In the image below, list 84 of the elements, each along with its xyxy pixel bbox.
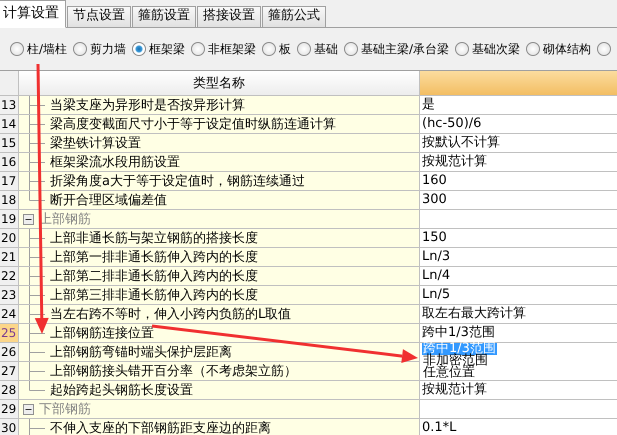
radio-button[interactable] xyxy=(597,42,612,56)
row-number: 27 xyxy=(0,362,19,381)
radio-button[interactable] xyxy=(344,42,358,56)
setting-name: 断开合理区域偏差值 xyxy=(50,192,167,209)
row-number: 15 xyxy=(0,134,19,153)
radio-label[interactable]: 基础 xyxy=(314,40,338,58)
tree-line xyxy=(29,229,46,247)
dropdown-option[interactable]: 非加密范围 xyxy=(422,355,489,367)
tab[interactable]: 节点设置 xyxy=(67,6,131,28)
radio-label[interactable]: 剪力墙 xyxy=(90,40,126,58)
row-number: 28 xyxy=(0,381,19,400)
setting-value[interactable]: 0.1*L xyxy=(422,420,456,435)
radio-button[interactable] xyxy=(455,42,470,56)
setting-name: 上部钢筋弯锚时端头保护层距离 xyxy=(50,344,232,361)
tree-line xyxy=(29,115,46,133)
radio-label[interactable]: 柱/墙柱 xyxy=(27,40,68,58)
radio-button[interactable] xyxy=(526,42,540,56)
setting-name: 当梁支座为异形时是否按异形计算 xyxy=(50,97,245,114)
radio-label[interactable]: 非框架梁 xyxy=(208,40,256,58)
row-number: 20 xyxy=(0,229,19,248)
tree-line xyxy=(29,134,46,152)
radio-button[interactable] xyxy=(191,42,206,56)
tree-line xyxy=(29,267,46,285)
row-number: 19 xyxy=(0,210,19,229)
radio-label[interactable]: 板 xyxy=(279,40,292,58)
setting-name: 不伸入支座的下部钢筋距支座边的距离 xyxy=(50,420,271,435)
row-number: 17 xyxy=(0,172,19,191)
radio-button[interactable] xyxy=(132,42,146,56)
tab[interactable]: 计算设置 xyxy=(0,0,66,28)
row-number: 26 xyxy=(0,343,19,362)
setting-name: 框架梁流水段用筋设置 xyxy=(50,154,180,171)
collapse-icon[interactable] xyxy=(23,404,34,414)
setting-name: 梁高度变截面尺寸小于等于设定值时纵筋连通计算 xyxy=(50,116,336,133)
setting-value[interactable]: 150 xyxy=(422,230,447,245)
setting-value[interactable]: 300 xyxy=(422,192,447,207)
radio-label[interactable]: 砌体结构 xyxy=(543,40,592,58)
radio-label[interactable]: 基础主梁/承台梁 xyxy=(361,40,450,58)
row-number: 23 xyxy=(0,286,19,305)
row-number: 29 xyxy=(0,400,19,419)
setting-name: 当左右跨不等时，伸入小跨内负筋的L取值 xyxy=(50,306,292,323)
row-number: 21 xyxy=(0,248,19,267)
setting-name: 上部第三排非通长筋伸入跨内的长度 xyxy=(50,287,258,304)
group-label: 下部钢筋 xyxy=(39,401,91,418)
tree-line xyxy=(29,343,46,361)
radio-label[interactable]: 框架梁 xyxy=(149,40,186,58)
row-number: 18 xyxy=(0,191,19,210)
setting-value[interactable]: Ln/3 xyxy=(422,249,450,264)
tab[interactable]: 箍筋设置 xyxy=(132,6,196,28)
setting-name: 折梁角度a大于等于设定值时，钢筋连续通过 xyxy=(50,173,305,190)
tree-line xyxy=(29,96,46,114)
row-number: 25 xyxy=(0,324,19,343)
setting-name: 上部第一排非通长筋伸入跨内的长度 xyxy=(50,249,258,266)
row-number: 13 xyxy=(0,96,19,115)
setting-name: 起始跨起头钢筋长度设置 xyxy=(50,382,193,399)
radio-button[interactable] xyxy=(297,42,312,56)
row-number: 24 xyxy=(0,305,19,324)
collapse-icon[interactable] xyxy=(23,214,34,224)
radio-button[interactable] xyxy=(262,42,276,56)
setting-name: 上部非通长筋与架立钢筋的搭接长度 xyxy=(50,230,258,247)
row-number: 22 xyxy=(0,267,19,286)
radio-label[interactable]: 基础次梁 xyxy=(472,40,520,58)
row-number: 30 xyxy=(0,419,19,435)
tree-line xyxy=(29,248,46,266)
setting-value[interactable]: 160 xyxy=(422,173,447,188)
tree-line xyxy=(29,305,46,323)
radio-button[interactable] xyxy=(10,42,24,56)
setting-value[interactable]: Ln/4 xyxy=(422,268,450,283)
row-number: 14 xyxy=(0,115,19,134)
row-number: 16 xyxy=(0,153,19,172)
tree-line xyxy=(29,153,46,171)
setting-name: 上部钢筋连接位置 xyxy=(50,325,154,342)
tree-line xyxy=(29,286,46,304)
setting-value[interactable]: Ln/5 xyxy=(422,287,450,302)
tab[interactable]: 箍筋公式 xyxy=(262,6,326,28)
dropdown-option[interactable]: 任意位置 xyxy=(422,367,476,379)
header-cell[interactable] xyxy=(420,71,617,96)
tab[interactable]: 搭接设置 xyxy=(197,6,261,28)
radio-button[interactable] xyxy=(73,42,88,56)
setting-name: 上部钢筋接头错开百分率（不考虑架立筋） xyxy=(50,363,297,380)
column-header[interactable]: 类型名称 xyxy=(19,71,420,96)
setting-name: 上部第二排非通长筋伸入跨内的长度 xyxy=(50,268,258,285)
setting-name: 梁垫铁计算设置 xyxy=(50,135,141,152)
tree-line xyxy=(29,324,46,342)
setting-value[interactable]: 是 xyxy=(422,97,435,112)
